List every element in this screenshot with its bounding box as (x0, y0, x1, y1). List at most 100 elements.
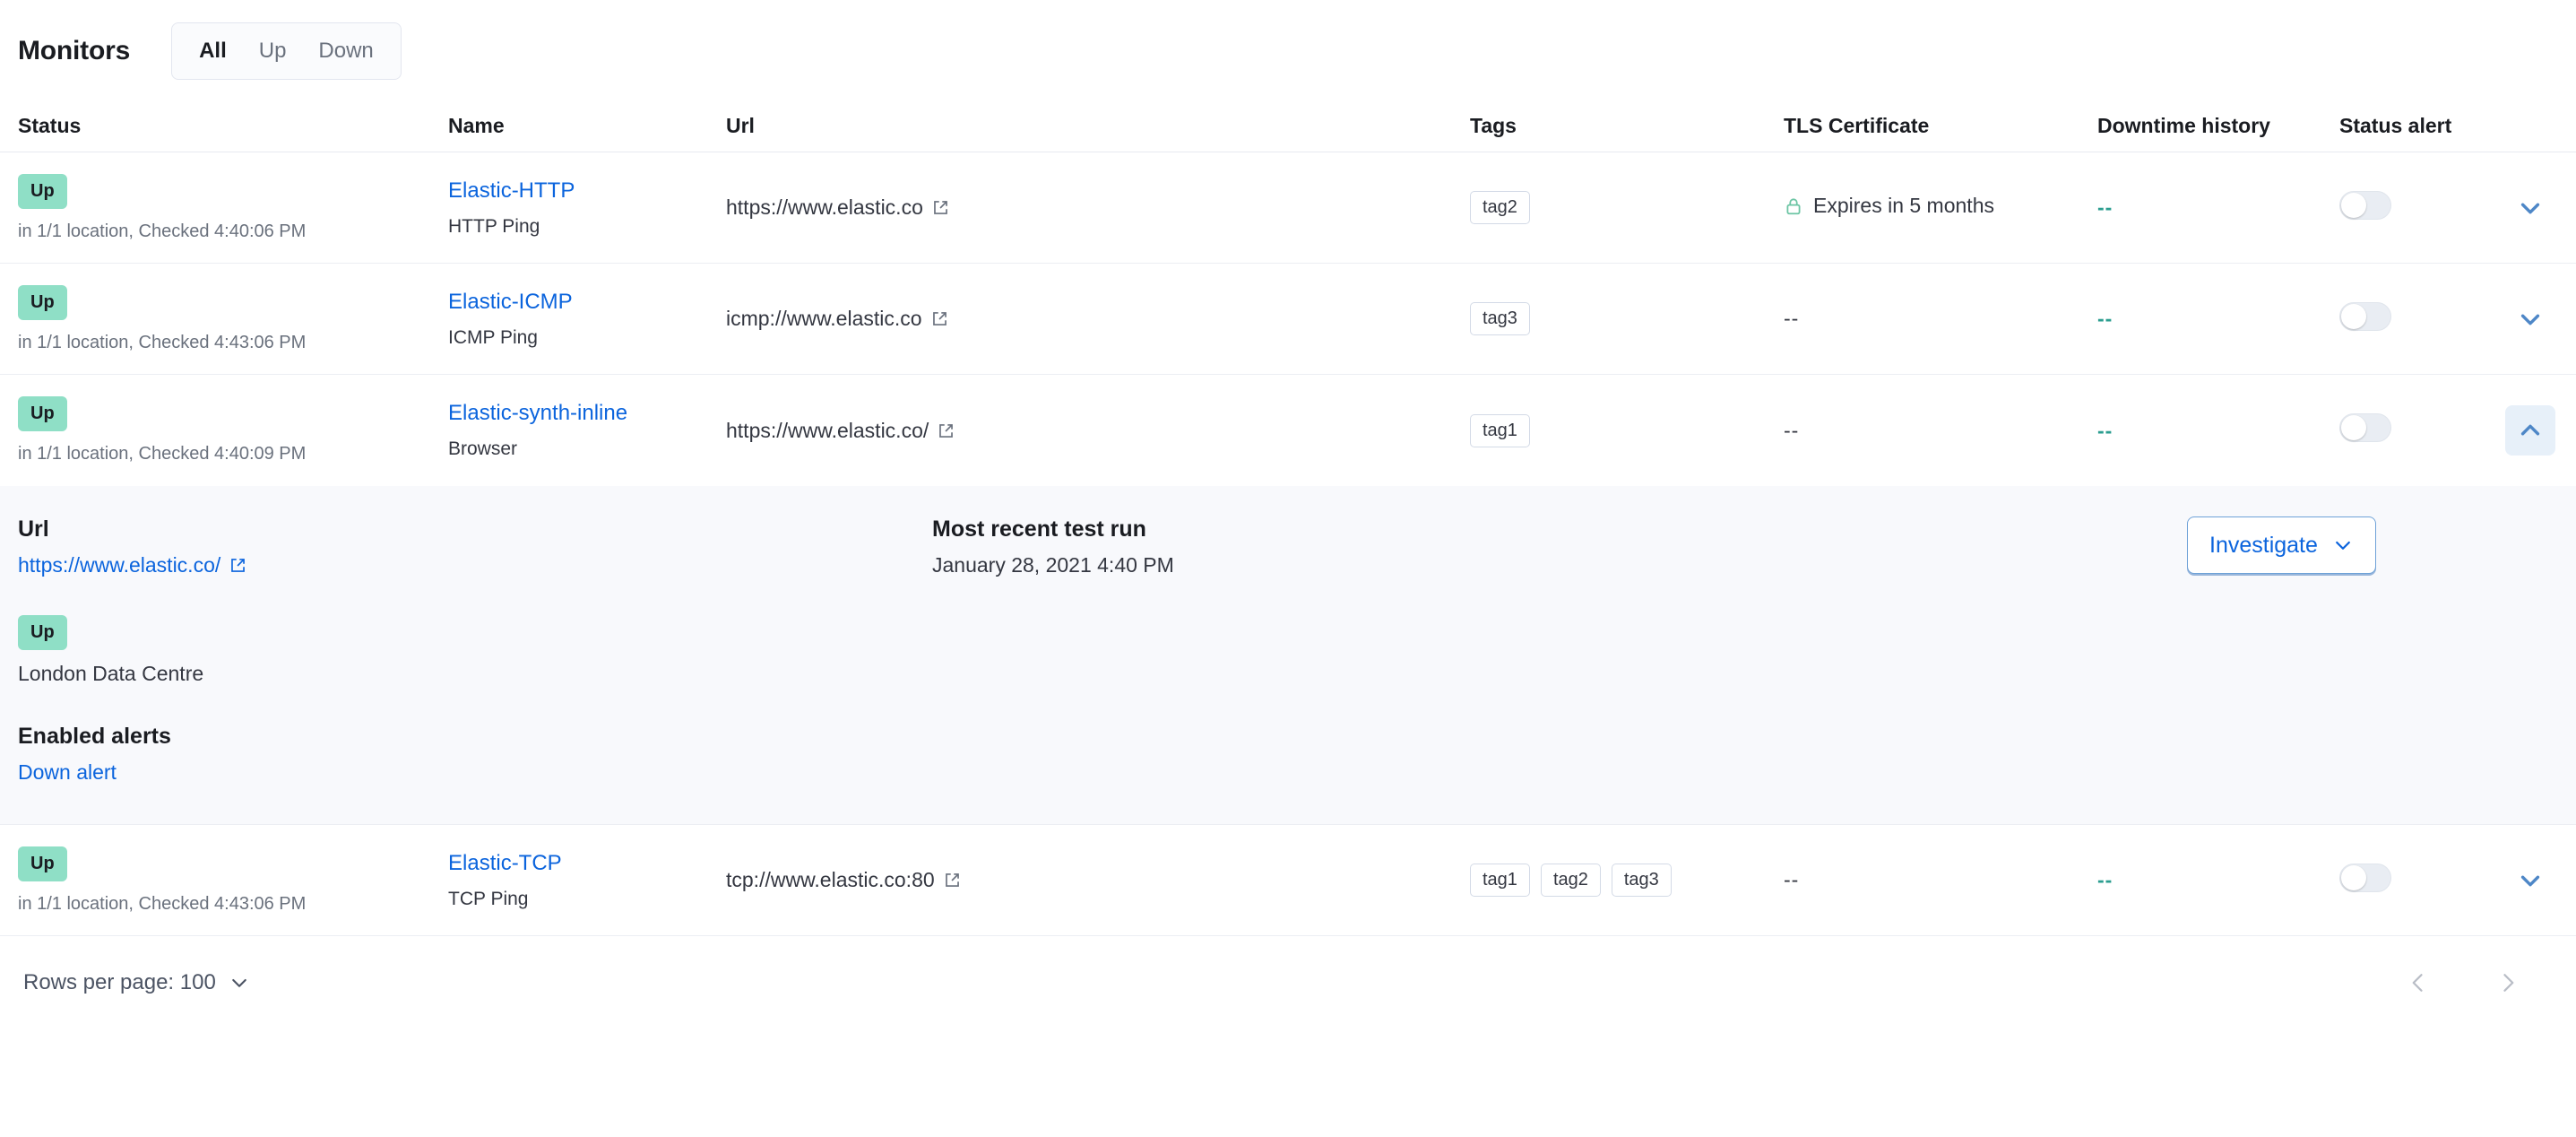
detail-middle-column: Most recent test run January 28, 2021 4:… (932, 516, 2187, 785)
external-link-icon (944, 872, 961, 889)
tag-item[interactable]: tag3 (1611, 864, 1672, 897)
toggle-knob (2341, 864, 2366, 890)
monitor-name-link[interactable]: Elastic-ICMP (448, 290, 726, 315)
row-alert-cell (2339, 863, 2505, 898)
row-downtime-cell: -- (2097, 195, 2339, 220)
monitor-name-link[interactable]: Elastic-synth-inline (448, 401, 726, 426)
external-link-icon (931, 310, 948, 327)
table-row[interactable]: Up in 1/1 location, Checked 4:43:06 PM E… (0, 825, 2576, 936)
table-row[interactable]: Up in 1/1 location, Checked 4:43:06 PM E… (0, 264, 2576, 375)
monitor-url-link[interactable]: tcp://www.elastic.co:80 (726, 868, 961, 892)
monitor-type: ICMP Ping (448, 326, 538, 348)
monitor-type: Browser (448, 438, 518, 459)
status-alert-toggle[interactable] (2339, 301, 2391, 331)
row-status-cell: Up in 1/1 location, Checked 4:40:06 PM (18, 173, 448, 242)
row-tls-cell: Expires in 5 months (1784, 194, 2097, 221)
pagination-controls (2402, 967, 2524, 999)
tag-item[interactable]: tag2 (1540, 864, 1601, 897)
tag-list: tag2 (1470, 191, 1784, 224)
column-header-status: Status (18, 114, 82, 137)
tag-item[interactable]: tag1 (1470, 864, 1530, 897)
row-url-cell: icmp://www.elastic.co (726, 307, 1470, 331)
row-name-cell: Elastic-ICMP ICMP Ping (448, 290, 726, 349)
filter-up-button[interactable]: Up (243, 40, 303, 62)
monitor-url-text: https://www.elastic.co (726, 195, 923, 219)
downtime-history-value: -- (2097, 868, 2114, 891)
table-row[interactable]: Up in 1/1 location, Checked 4:40:09 PM E… (0, 375, 2576, 486)
detail-recent-run-value: January 28, 2021 4:40 PM (932, 553, 1174, 577)
status-badge: Up (18, 284, 67, 320)
tls-certificate-value: Expires in 5 months (1784, 194, 1994, 218)
monitor-name-link[interactable]: Elastic-TCP (448, 851, 726, 876)
row-status-cell: Up in 1/1 location, Checked 4:43:06 PM (18, 284, 448, 353)
monitor-url-link[interactable]: https://www.elastic.co/ (726, 419, 955, 443)
downtime-history-value: -- (2097, 418, 2114, 442)
status-subtext: in 1/1 location, Checked 4:43:06 PM (18, 893, 307, 914)
expand-row-button[interactable] (2505, 855, 2555, 906)
status-alert-toggle[interactable] (2339, 413, 2391, 442)
collapse-row-button[interactable] (2505, 405, 2555, 456)
row-alert-cell (2339, 301, 2505, 336)
monitor-url-link[interactable]: https://www.elastic.co (726, 195, 949, 220)
tls-text: Expires in 5 months (1813, 194, 1994, 218)
column-header-name: Name (448, 114, 505, 137)
detail-url-link[interactable]: https://www.elastic.co/ (18, 553, 246, 577)
investigate-button[interactable]: Investigate (2187, 516, 2376, 574)
row-name-cell: Elastic-synth-inline Browser (448, 401, 726, 460)
tls-certificate-value: -- (1784, 868, 1800, 891)
row-alert-cell (2339, 413, 2505, 447)
toggle-knob (2341, 303, 2366, 329)
table-row[interactable]: Up in 1/1 location, Checked 4:40:06 PM E… (0, 152, 2576, 264)
expand-row-button[interactable] (2505, 183, 2555, 233)
row-expand-cell (2505, 183, 2576, 233)
row-url-cell: tcp://www.elastic.co:80 (726, 868, 1470, 892)
row-expand-cell (2505, 855, 2576, 906)
previous-page-button[interactable] (2402, 967, 2434, 999)
status-badge: Up (18, 173, 67, 209)
lock-icon (1784, 196, 1803, 216)
tag-item[interactable]: tag3 (1470, 302, 1530, 335)
external-link-icon (229, 557, 246, 574)
monitor-url-text: tcp://www.elastic.co:80 (726, 868, 935, 891)
next-page-button[interactable] (2492, 967, 2524, 999)
tag-item[interactable]: tag2 (1470, 191, 1530, 224)
rows-per-page-label: Rows per page: 100 (23, 970, 216, 994)
downtime-history-value: -- (2097, 307, 2114, 330)
external-link-icon (938, 422, 955, 439)
monitor-name-link[interactable]: Elastic-HTTP (448, 178, 726, 204)
status-alert-toggle[interactable] (2339, 863, 2391, 892)
tls-certificate-value: -- (1784, 418, 1800, 442)
page-title: Monitors (18, 36, 131, 65)
status-badge: Up (18, 396, 67, 431)
filter-down-button[interactable]: Down (302, 40, 389, 62)
row-downtime-cell: -- (2097, 419, 2339, 443)
monitor-type: HTTP Ping (448, 215, 540, 237)
investigate-label: Investigate (2209, 532, 2318, 558)
row-downtime-cell: -- (2097, 307, 2339, 331)
expand-row-button[interactable] (2505, 294, 2555, 344)
rows-per-page-select[interactable]: Rows per page: 100 (18, 969, 255, 996)
detail-alert-link[interactable]: Down alert (18, 760, 117, 784)
status-badge: Up (18, 846, 67, 881)
downtime-history-value: -- (2097, 195, 2114, 219)
filter-all-button[interactable]: All (183, 40, 243, 62)
toggle-knob (2341, 192, 2366, 218)
detail-left-column: Url https://www.elastic.co/ Up London Da… (18, 516, 932, 785)
row-tags-cell: tag3 (1470, 302, 1784, 335)
toggle-knob (2341, 415, 2366, 440)
page-header: Monitors All Up Down (0, 0, 2576, 100)
status-subtext: in 1/1 location, Checked 4:40:09 PM (18, 444, 307, 464)
tag-list: tag3 (1470, 302, 1784, 335)
tag-item[interactable]: tag1 (1470, 413, 1530, 447)
row-url-cell: https://www.elastic.co/ (726, 419, 1470, 443)
tag-list: tag1 tag2 tag3 (1470, 864, 1784, 897)
monitor-url-link[interactable]: icmp://www.elastic.co (726, 307, 948, 331)
row-name-cell: Elastic-TCP TCP Ping (448, 851, 726, 910)
status-alert-toggle[interactable] (2339, 190, 2391, 220)
monitor-detail-panel: Url https://www.elastic.co/ Up London Da… (0, 486, 2576, 825)
table-footer: Rows per page: 100 (0, 936, 2576, 999)
detail-recent-run-heading: Most recent test run (932, 516, 1146, 542)
column-header-downtime: Downtime history (2097, 114, 2270, 137)
column-header-status-alert: Status alert (2339, 114, 2452, 137)
